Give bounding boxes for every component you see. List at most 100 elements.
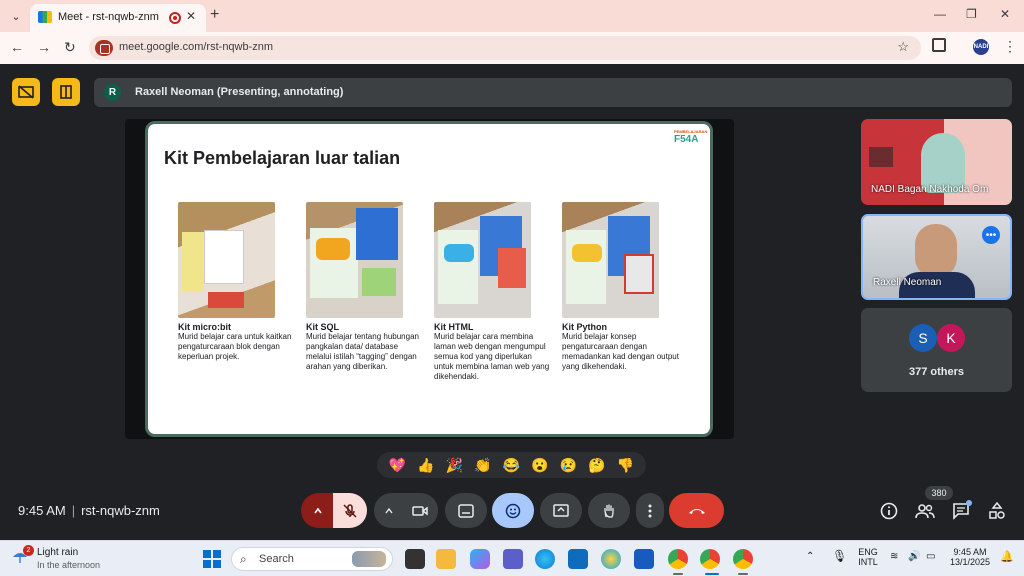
camera-control-group <box>374 493 438 528</box>
battery-icon[interactable]: ▭ <box>926 551 935 562</box>
kit-sql: Kit SQL Murid belajar tentang hubungan p… <box>306 202 424 372</box>
kit-name: Kit micro:bit <box>178 322 231 332</box>
new-tab-plus-icon[interactable]: + <box>210 6 219 24</box>
more-options-button[interactable] <box>636 493 664 528</box>
weather-condition[interactable]: Light rain <box>37 547 78 558</box>
reaction-laughing[interactable]: 😂 <box>503 457 520 473</box>
close-window-icon[interactable]: ✕ <box>1000 7 1010 21</box>
windows-taskbar: 2 Light rain In the afternoon ⌕ Search ⌃… <box>0 540 1024 576</box>
system-clock[interactable]: 9:45 AM 13/1/2025 <box>944 547 996 567</box>
leave-call-button[interactable] <box>669 493 724 528</box>
audio-settings-chevron-icon[interactable] <box>301 493 334 528</box>
reaction-thumbs-down[interactable]: 👎 <box>617 457 634 473</box>
closed-captions-icon <box>458 503 474 518</box>
slide-title: Kit Pembelajaran luar talian <box>164 148 401 168</box>
video-settings-chevron-icon[interactable] <box>384 506 394 516</box>
presenter-label: Raxell Neoman (Presenting, annotating) <box>135 86 344 98</box>
reaction-thinking[interactable]: 🤔 <box>588 457 605 473</box>
raise-hand-button[interactable] <box>588 493 630 528</box>
profile-avatar[interactable]: NADI <box>973 39 989 55</box>
participant-name: NADI Bagan Nakhoda Om <box>871 184 989 195</box>
recording-indicator-icon <box>169 12 181 24</box>
kit-description: Murid belajar konsep pengaturcaraan deng… <box>562 332 679 371</box>
participant-tile-raxell[interactable]: ••• Raxell Neoman <box>861 214 1012 300</box>
edge-browser-icon[interactable] <box>535 549 555 569</box>
bookmark-star-icon[interactable]: ☆ <box>897 39 909 55</box>
reaction-sparkling-heart[interactable]: 💖 <box>389 457 406 473</box>
notification-bell-icon[interactable]: 🔔 <box>1000 550 1014 563</box>
tab-title: Meet - rst-nqwb-znm <box>58 11 159 23</box>
browser-tab-bar: ⌄ Meet - rst-nqwb-znm ✕ + — ❐ ✕ <box>0 0 1024 32</box>
present-now-button[interactable] <box>540 493 582 528</box>
wifi-icon[interactable]: ≋ <box>890 551 898 562</box>
exit-fullscreen-button[interactable] <box>52 78 80 106</box>
reload-icon[interactable]: ↻ <box>64 39 76 56</box>
browser-toolbar: ← → ↻ meet.google.com/rst-nqwb-znm ☆ <box>0 32 1024 64</box>
participant-avatar: S <box>909 324 937 352</box>
chat-icon[interactable] <box>950 500 972 522</box>
word-icon[interactable] <box>634 549 654 569</box>
copilot-icon[interactable] <box>470 549 490 569</box>
microphone-off-button[interactable] <box>333 493 367 528</box>
reaction-surprised[interactable]: 😮 <box>531 457 548 473</box>
microphone-tray-icon[interactable]: 🎙 <box>832 549 847 563</box>
browser-menu-icon[interactable]: ⋮ <box>1003 38 1017 55</box>
site-info-icon[interactable] <box>95 40 113 56</box>
address-bar[interactable]: meet.google.com/rst-nqwb-znm ☆ <box>89 36 921 60</box>
activities-icon[interactable] <box>986 500 1008 522</box>
participant-avatar: K <box>937 324 965 352</box>
meet-favicon-icon <box>38 11 52 23</box>
reaction-party-popper[interactable]: 🎉 <box>446 457 463 473</box>
taskbar-search[interactable]: ⌕ Search <box>231 547 393 571</box>
present-off-icon <box>18 85 34 99</box>
reaction-thumbs-up[interactable]: 👍 <box>417 457 434 473</box>
teams-icon[interactable] <box>503 549 523 569</box>
microsoft-store-icon[interactable] <box>568 549 588 569</box>
show-hidden-icons-chevron-icon[interactable]: ⌃ <box>806 551 814 562</box>
language-indicator[interactable]: ENG INTL <box>856 547 880 567</box>
captions-button[interactable] <box>445 493 487 528</box>
forward-arrow-icon[interactable]: → <box>37 39 51 55</box>
mic-off-icon <box>343 503 357 518</box>
kit-html-photo <box>434 202 531 318</box>
chrome-icon[interactable] <box>668 549 688 569</box>
windows-start-icon[interactable] <box>203 550 221 568</box>
meeting-code: rst-nqwb-znm <box>81 503 160 518</box>
meeting-details-info-icon[interactable] <box>878 500 900 522</box>
url-text: meet.google.com/rst-nqwb-znm <box>119 41 274 53</box>
search-icon: ⌕ <box>240 552 247 566</box>
tab-search-chevron-icon[interactable]: ⌄ <box>6 6 26 26</box>
camera-button[interactable] <box>402 493 438 528</box>
others-tile[interactable]: S K 377 others <box>861 308 1012 392</box>
minimize-window-icon[interactable]: — <box>934 7 946 21</box>
kit-description: Murid belajar cara membina laman web den… <box>434 332 550 381</box>
smiley-icon <box>505 503 521 518</box>
people-icon[interactable] <box>914 500 936 522</box>
kit-name: Kit SQL <box>306 322 339 332</box>
close-tab-icon[interactable]: ✕ <box>186 9 196 23</box>
browser-tab-meet[interactable]: Meet - rst-nqwb-znm ✕ <box>30 4 206 32</box>
chrome-profile-icon[interactable] <box>733 549 753 569</box>
task-view-icon[interactable] <box>405 549 425 569</box>
participant-video <box>915 224 957 278</box>
keyboard-layout: INTL <box>858 557 878 567</box>
people-count-badge: 380 <box>925 486 953 500</box>
stop-presenting-button[interactable] <box>12 78 40 106</box>
back-arrow-icon[interactable]: ← <box>10 39 24 55</box>
kit-microbit: Kit micro:bit Murid belajar cara untuk k… <box>178 202 296 362</box>
reactions-button[interactable] <box>492 493 534 528</box>
participant-tile-nadi[interactable]: NADI Bagan Nakhoda Om <box>861 119 1012 205</box>
chrome-profile-icon[interactable] <box>700 549 720 569</box>
weather-alert-badge: 2 <box>23 545 34 556</box>
reaction-clapping[interactable]: 👏 <box>474 457 491 473</box>
photos-app-icon[interactable] <box>601 549 621 569</box>
more-options-icon[interactable]: ••• <box>982 226 1000 244</box>
kit-html: Kit HTML Murid belajar cara membina lama… <box>434 202 552 382</box>
restore-window-icon[interactable]: ❐ <box>966 7 977 21</box>
file-explorer-icon[interactable] <box>436 549 456 569</box>
search-highlight-image <box>352 551 386 567</box>
volume-icon[interactable]: 🔊 <box>908 551 920 562</box>
reaction-crying[interactable]: 😢 <box>560 457 577 473</box>
extensions-puzzle-icon[interactable] <box>932 38 946 52</box>
meeting-info: 9:45 AM | rst-nqwb-znm <box>18 503 160 518</box>
